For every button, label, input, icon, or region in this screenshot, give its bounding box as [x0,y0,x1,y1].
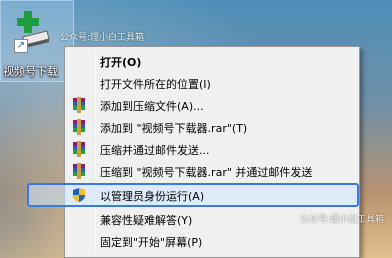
winrar-icon [73,141,85,157]
menu-item-add-to-archive[interactable]: 添加到压缩文件(A)... [67,95,357,116]
menu-item-label: 压缩到 "视频号下载器.rar" 并通过邮件发送 [100,166,313,179]
menu-item-label: 添加到压缩文件(A)... [100,100,204,113]
winrar-icon [73,163,85,179]
menu-item-label: 以管理员身份运行(A) [100,190,205,203]
winrar-icon [73,119,85,135]
menu-item-compress-and-email[interactable]: 压缩并通过邮件发送... [67,139,357,160]
menu-item-label: 打开(O) [100,56,142,69]
menu-item-label: 兼容性疑难解答(Y) [100,214,193,227]
menu-item-label: 添加到 "视频号下载器.rar"(T) [100,122,248,135]
menu-item-open-file-location[interactable]: 打开文件所在的位置(I) [67,73,357,94]
menu-item-label: 压缩并通过邮件发送... [100,144,210,157]
watermark-text: 公众号:理小白工具箱 [300,215,385,225]
menu-item-run-as-administrator[interactable]: 以管理员身份运行(A) [27,183,359,207]
menu-item-compress-named-rar-and-email[interactable]: 压缩到 "视频号下载器.rar" 并通过邮件发送 [67,161,357,182]
menu-item-open[interactable]: 打开(O) [67,51,357,72]
menu-item-label: 打开文件所在的位置(I) [100,78,211,91]
menu-item-label: 固定到"开始"屏幕(P) [100,236,203,249]
desktop-icon-label: 视频号下载 [3,65,58,78]
menu-item-add-to-named-rar[interactable]: 添加到 "视频号下载器.rar"(T) [67,117,357,138]
shortcut-arrow-icon: ↗ [14,39,28,53]
context-menu: 打开(O) 打开文件所在的位置(I) 添加到压缩文件(A)... 添加到 "视频… [27,46,360,258]
watermark-text: 公众号:理小白工具箱 [60,33,145,43]
uac-shield-icon [73,188,85,202]
menu-item-pin-to-start[interactable]: 固定到"开始"屏幕(P) [67,231,357,252]
winrar-icon [73,97,85,113]
